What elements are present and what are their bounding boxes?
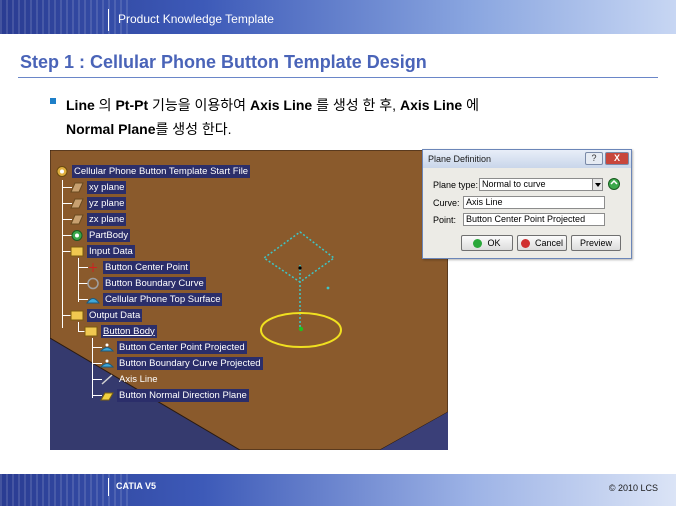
tree-node-center-point-projected[interactable]: Button Center Point Projected (99, 340, 247, 354)
bullet-part: Normal Plane (66, 121, 156, 137)
tree-line (78, 258, 79, 302)
footer-bar: CATIA V5 © 2010 LCS (0, 474, 676, 506)
chevron-down-icon[interactable] (592, 179, 602, 190)
geometrical-set-icon (70, 309, 84, 322)
surface-icon (86, 293, 100, 306)
bullet-text: Line 의 Pt-Pt 기능을 이용하여 Axis Line 를 생성 한 후… (66, 93, 626, 141)
plane-icon (70, 181, 84, 194)
catia-viewport[interactable]: Cellular Phone Button Template Start Fil… (50, 150, 448, 450)
tree-label: Button Body (101, 324, 157, 338)
preview-button[interactable]: Preview (571, 235, 621, 251)
tree-label: Button Boundary Curve Projected (117, 356, 263, 370)
tree-node-xy-plane[interactable]: xy plane (70, 180, 127, 194)
ok-label: OK (487, 238, 501, 248)
bullet-part: Axis Line (399, 97, 463, 113)
tree-node-yz-plane[interactable]: yz plane (70, 196, 127, 210)
cancel-icon (520, 238, 530, 248)
bullet-part: 를 생성 한다. (155, 121, 232, 137)
header-title: Product Knowledge Template (118, 12, 274, 26)
bullet-icon (50, 98, 56, 104)
tree-label: Button Normal Direction Plane (117, 388, 249, 402)
tree-label: PartBody (87, 228, 131, 242)
bullet-part: Axis Line (249, 97, 313, 113)
tree-label: xy plane (87, 180, 127, 194)
tree-node-boundary-curve-projected[interactable]: Button Boundary Curve Projected (99, 356, 263, 370)
gear-icon (55, 165, 69, 178)
plane-type-label: Plane type: (433, 180, 479, 190)
cancel-label: Cancel (534, 238, 563, 248)
tree-node-root[interactable]: Cellular Phone Button Template Start Fil… (55, 164, 251, 178)
plane-definition-dialog: Plane Definition ? X Plane type: Normal … (422, 149, 632, 259)
tree-label: Cellular Phone Button Template Start Fil… (72, 164, 251, 178)
tree-node-output-data[interactable]: Output Data (70, 308, 143, 322)
tree-label: zx plane (87, 212, 127, 226)
tree-label: Axis Line (119, 373, 158, 385)
dialog-title-bar[interactable]: Plane Definition ? X (423, 150, 631, 168)
bullet-part: 에 (462, 97, 479, 113)
ok-button[interactable]: OK (461, 235, 513, 251)
plane-type-value: Normal to curve (482, 179, 546, 189)
tree-label: Button Center Point Projected (117, 340, 247, 354)
tree-label: Button Boundary Curve (103, 276, 206, 290)
tree-label: Cellular Phone Top Surface (103, 292, 223, 306)
footer-product: CATIA V5 (116, 481, 157, 491)
gear-icon (70, 229, 84, 242)
tree-node-input-data[interactable]: Input Data (70, 244, 135, 258)
tree-node-button-body[interactable]: Button Body (84, 324, 157, 338)
tree-node-top-surface[interactable]: Cellular Phone Top Surface (86, 292, 223, 306)
tree-node-normal-direction-plane[interactable]: Button Normal Direction Plane (100, 388, 249, 402)
bullet-part: 기능을 이용하여 (148, 97, 250, 113)
footer-copyright: © 2010 LCS (608, 483, 658, 493)
line-icon (100, 373, 114, 386)
help-button[interactable]: ? (585, 152, 603, 165)
point-field[interactable]: Button Center Point Projected (463, 213, 605, 226)
spec-tree: Cellular Phone Button Template Start Fil… (50, 150, 448, 450)
title-rule (18, 77, 658, 78)
bullet-part: 의 (94, 97, 116, 113)
tree-label: Output Data (87, 308, 143, 322)
footer-stripe (0, 474, 130, 506)
dialog-title: Plane Definition (428, 154, 492, 164)
plane-icon (100, 389, 114, 402)
curve-field[interactable]: Axis Line (463, 196, 605, 209)
tree-node-partbody[interactable]: PartBody (70, 228, 131, 242)
tree-label: Button Center Point (103, 260, 190, 274)
bullet-part: 를 생성 한 후, (312, 97, 400, 113)
footer-separator (108, 478, 109, 496)
cancel-button[interactable]: Cancel (517, 235, 567, 251)
lock-icon[interactable] (607, 177, 621, 191)
tree-node-zx-plane[interactable]: zx plane (70, 212, 127, 226)
geometrical-set-icon (70, 245, 84, 258)
tree-node-axis-line[interactable]: Axis Line (100, 372, 160, 386)
header-separator (108, 9, 109, 31)
projection-icon (99, 357, 115, 370)
slide-title: Step 1 : Cellular Phone Button Template … (20, 52, 427, 72)
tree-node-button-center-point[interactable]: Button Center Point (86, 260, 190, 274)
curve-label: Curve: (433, 198, 460, 208)
header-bar: Product Knowledge Template (0, 0, 676, 34)
geometrical-set-icon (84, 325, 98, 338)
tree-label: yz plane (87, 196, 127, 210)
ok-icon (473, 238, 483, 248)
tree-label: Input Data (87, 244, 135, 258)
bullet-part: Line (66, 97, 95, 113)
point-icon (86, 261, 100, 274)
plane-icon (70, 197, 84, 210)
projection-icon (99, 341, 115, 354)
close-button[interactable]: X (605, 152, 629, 165)
header-stripe (0, 0, 130, 34)
curve-icon (86, 277, 100, 290)
tree-node-button-boundary-curve[interactable]: Button Boundary Curve (86, 276, 206, 290)
bullet-part: Pt-Pt (115, 97, 149, 113)
plane-icon (70, 213, 84, 226)
point-label: Point: (433, 215, 457, 225)
plane-type-select[interactable]: Normal to curve (479, 178, 603, 191)
